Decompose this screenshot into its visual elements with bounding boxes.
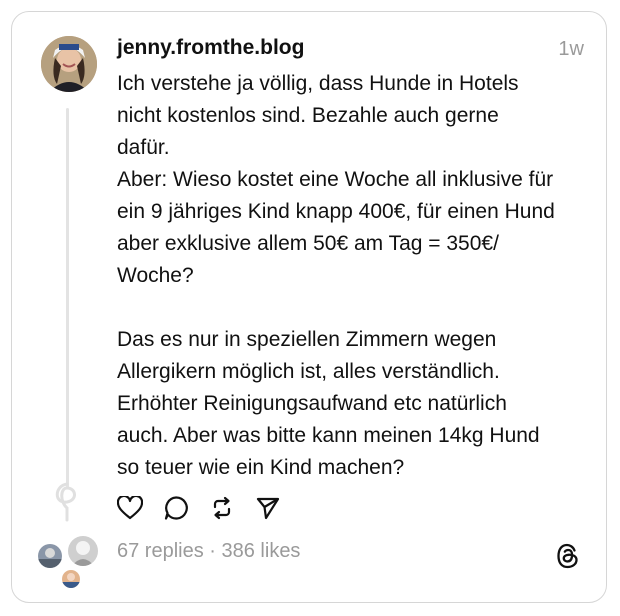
stats-separator: · xyxy=(203,540,222,562)
reply-button[interactable] xyxy=(160,492,192,524)
repost-icon xyxy=(213,496,231,520)
threads-logo-icon[interactable] xyxy=(556,543,580,569)
repost-button[interactable] xyxy=(206,492,238,524)
action-bar xyxy=(114,492,284,524)
likes-count[interactable]: 386 likes xyxy=(222,540,301,562)
post-line: Das es nur in speziellen Zimmern wegen xyxy=(117,328,497,351)
post-line: Allergikern möglich ist, alles verständl… xyxy=(117,360,500,383)
post-line: ein 9 jähriges Kind knapp 400€, für eine… xyxy=(117,200,555,223)
replier-avatar xyxy=(66,534,100,568)
share-button[interactable] xyxy=(252,492,284,524)
replier-avatars[interactable] xyxy=(36,534,100,590)
replier-avatar xyxy=(60,568,82,590)
post-line: Woche? xyxy=(117,264,194,287)
post-stats: 67 replies · 386 likes xyxy=(117,540,300,563)
comment-icon xyxy=(164,496,188,520)
replier-avatar xyxy=(36,542,64,570)
thread-loop-icon xyxy=(55,482,76,522)
post-line: aber exklusive allem 50€ am Tag = 350€/ xyxy=(117,232,499,255)
replies-count[interactable]: 67 replies xyxy=(117,540,204,562)
send-icon xyxy=(256,497,280,520)
post-line: Aber: Wieso kostet eine Woche all inklus… xyxy=(117,168,554,191)
post-line: so teuer wie ein Kind machen? xyxy=(117,456,405,479)
like-button[interactable] xyxy=(114,492,146,524)
post-line: auch. Aber was bitte kann meinen 14kg Hu… xyxy=(117,424,540,447)
thread-line xyxy=(66,108,69,488)
post-line: Ich verstehe ja völlig, dass Hunde in Ho… xyxy=(117,72,519,95)
heart-icon xyxy=(117,496,143,520)
post-timestamp: 1w xyxy=(558,38,584,60)
post-line: dafür. xyxy=(117,136,170,159)
author-username[interactable]: jenny.fromthe.blog xyxy=(117,36,304,60)
author-avatar[interactable] xyxy=(41,36,97,92)
post-line: nicht kostenlos sind. Bezahle auch gerne xyxy=(117,104,499,127)
post-body: Ich verstehe ja völlig, dass Hunde in Ho… xyxy=(117,68,592,484)
post-line: Erhöhter Reinigungsaufwand etc natürlich xyxy=(117,392,507,415)
